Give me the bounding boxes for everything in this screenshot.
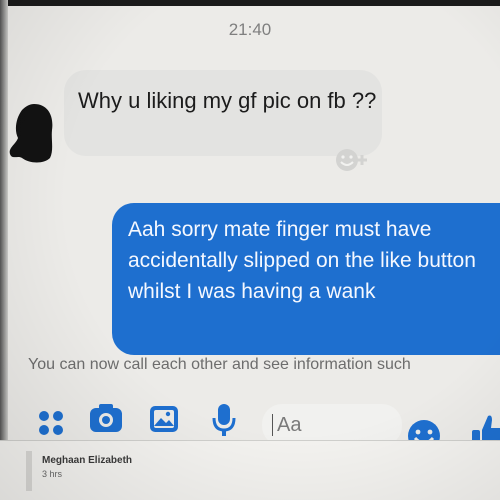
camera-button[interactable] — [88, 402, 124, 439]
message-input-placeholder: Aa — [272, 414, 301, 436]
outgoing-message-text: Aah sorry mate finger must have accident… — [128, 218, 476, 303]
call-info-notice: You can now call each other and see info… — [28, 356, 411, 373]
more-apps-button[interactable] — [36, 408, 66, 443]
feed-post-time: 3 hrs — [42, 469, 63, 479]
add-reaction-button[interactable] — [333, 146, 383, 174]
incoming-message-text: Why u liking my gf pic on fb ?? — [78, 88, 377, 113]
sender-avatar[interactable] — [4, 100, 56, 166]
voice-message-button[interactable] — [210, 402, 238, 443]
avatar-silhouette-icon — [9, 104, 53, 163]
add-reaction-icon — [336, 149, 367, 171]
gallery-button[interactable] — [148, 404, 180, 439]
screen-bezel-top — [0, 0, 500, 6]
microphone-icon — [212, 404, 236, 436]
feed-preview-card[interactable]: Meghaan Elizabeth 3 hrs — [0, 441, 500, 500]
more-apps-icon — [39, 411, 63, 435]
message-timestamp: 21:40 — [228, 20, 272, 39]
camera-icon — [90, 404, 122, 432]
feed-author-name[interactable]: Meghaan Elizabeth — [42, 455, 132, 466]
gallery-icon — [150, 406, 178, 432]
outgoing-message-bubble[interactable]: Aah sorry mate finger must have accident… — [112, 203, 500, 355]
incoming-message-bubble[interactable]: Why u liking my gf pic on fb ?? — [64, 70, 382, 156]
feed-avatar — [26, 451, 32, 491]
